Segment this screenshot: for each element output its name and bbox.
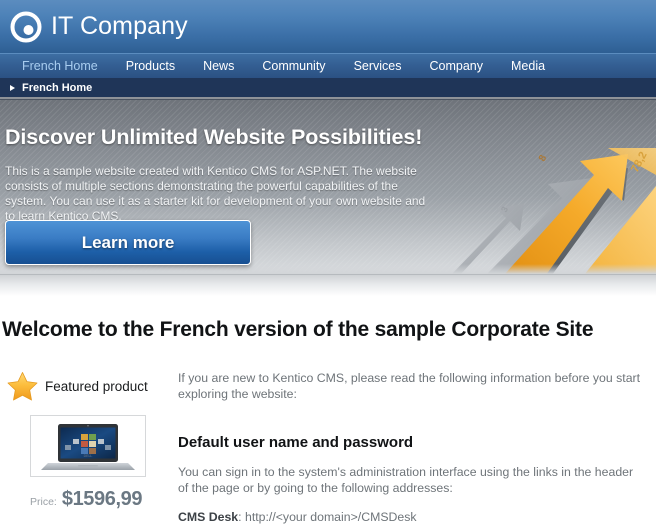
- page-title: Welcome to the French version of the sam…: [2, 318, 594, 341]
- section-heading: Default user name and password: [178, 434, 414, 451]
- featured-product-panel: Featured product DELL Price: $1596,99: [0, 370, 170, 525]
- logo[interactable]: IT Company: [10, 11, 188, 43]
- svg-text:DELL: DELL: [84, 454, 93, 458]
- breadcrumb-item-french-home[interactable]: French Home: [22, 82, 92, 94]
- price-label: Price:: [30, 496, 57, 508]
- nav-item-services[interactable]: Services: [340, 54, 416, 79]
- content-columns: Featured product DELL Price: $1596,99 If…: [0, 342, 656, 525]
- address-row-cms-desk: CMS Desk: http://<your domain>/CMSDesk: [178, 509, 642, 525]
- address-name-cms-desk: CMS Desk: [178, 510, 239, 524]
- address-url-cms-desk[interactable]: http://<your domain>/CMSDesk: [245, 510, 417, 524]
- nav-item-company[interactable]: Company: [416, 54, 498, 79]
- nav-item-media[interactable]: Media: [497, 54, 559, 79]
- main-content: Welcome to the French version of the sam…: [0, 296, 656, 525]
- featured-product-image[interactable]: DELL: [30, 415, 146, 477]
- breadcrumb: French Home: [0, 78, 656, 99]
- nav-item-community[interactable]: Community: [248, 54, 339, 79]
- content-top-fade: [0, 274, 656, 296]
- circle-dot-logo-icon: [10, 11, 42, 43]
- section-paragraph: You can sign in to the system's administ…: [178, 465, 634, 495]
- nav-item-products[interactable]: Products: [112, 54, 189, 79]
- star-icon: [6, 370, 39, 403]
- learn-more-button[interactable]: Learn more: [5, 220, 251, 265]
- main-nav: French Home Products News Community Serv…: [0, 53, 656, 78]
- hero-title: Discover Unlimited Website Possibilities…: [5, 125, 423, 149]
- featured-product-label: Featured product: [45, 379, 148, 394]
- intro-paragraph: If you are new to Kentico CMS, please re…: [178, 371, 641, 401]
- hero-bottom-fade: [0, 264, 656, 274]
- nav-item-french-home[interactable]: French Home: [8, 54, 112, 79]
- hero-copy: Discover Unlimited Website Possibilities…: [0, 100, 656, 224]
- product-price: Price: $1596,99: [30, 488, 170, 511]
- site-name: IT Company: [51, 12, 188, 40]
- info-column: If you are new to Kentico CMS, please re…: [170, 370, 656, 525]
- laptop-icon: DELL: [38, 420, 138, 472]
- hero-description: This is a sample website created with Ke…: [5, 164, 426, 223]
- price-value: $1596,99: [61, 488, 143, 510]
- nav-item-news[interactable]: News: [189, 54, 248, 79]
- featured-product-header: Featured product: [6, 370, 170, 403]
- hero-banner: 78,2 8 3 Discover Unlimited Website Poss…: [0, 99, 656, 274]
- admin-addresses: CMS Desk: http://<your domain>/CMSDesk S…: [178, 509, 642, 525]
- address-separator-cms-desk: :: [238, 510, 245, 524]
- triangle-right-icon: [10, 84, 15, 91]
- site-header: IT Company: [0, 0, 656, 53]
